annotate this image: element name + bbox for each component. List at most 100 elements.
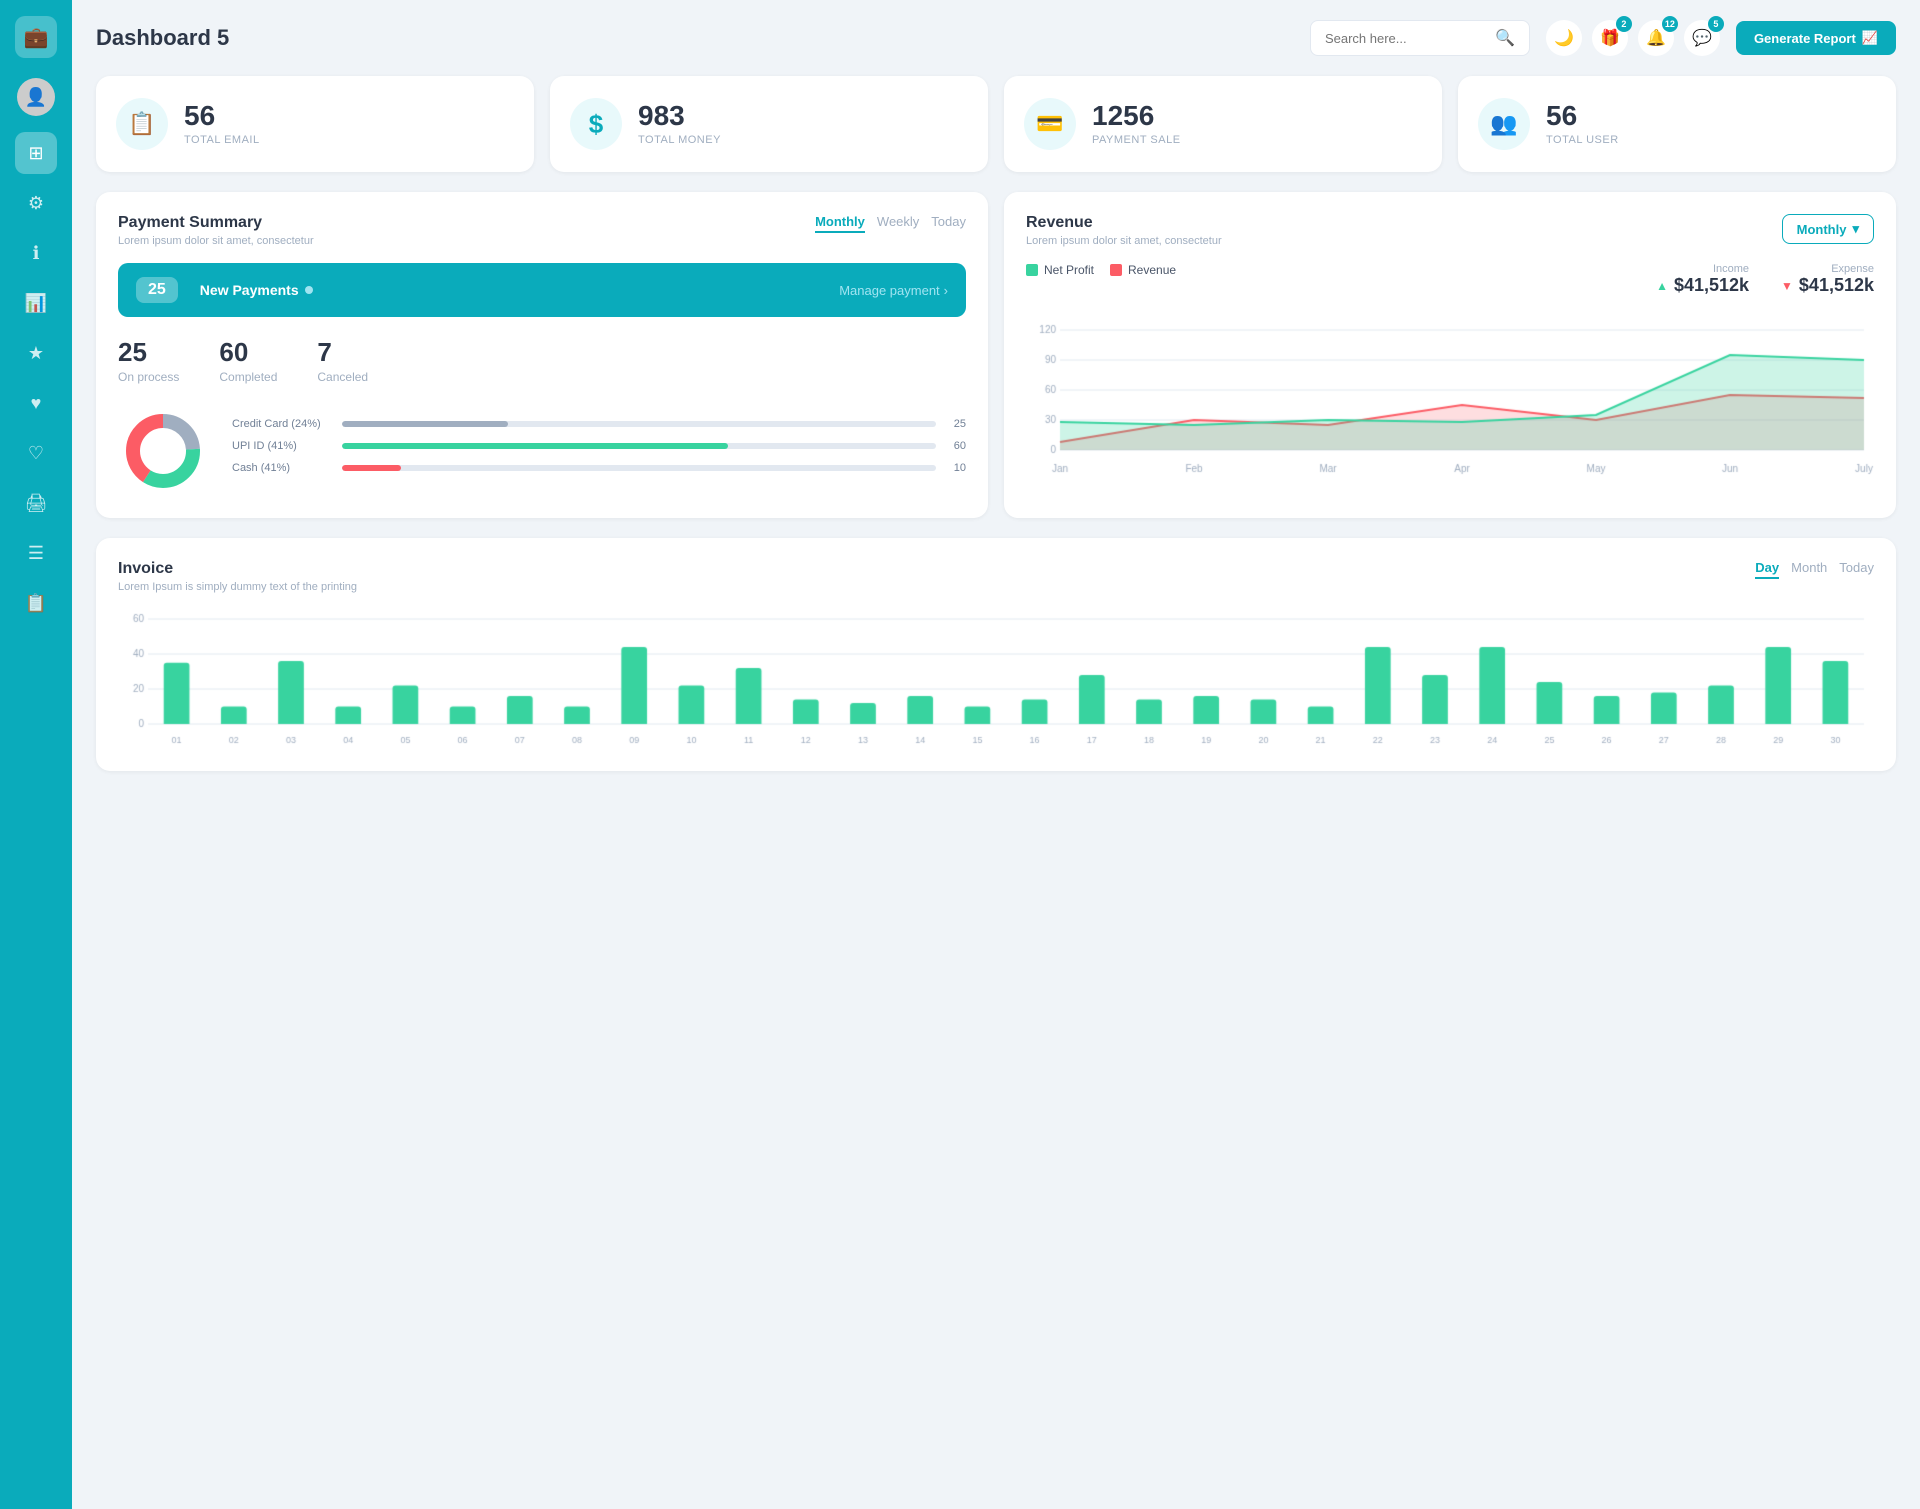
search-input[interactable] (1325, 31, 1487, 46)
chevron-down-icon: ▾ (1852, 221, 1859, 237)
generate-report-button[interactable]: Generate Report 📈 (1736, 21, 1896, 55)
net-profit-label: Net Profit (1044, 263, 1094, 277)
sidebar-item-list[interactable]: ☰ (15, 532, 57, 574)
bell-icon-button[interactable]: 🔔 12 (1638, 20, 1674, 56)
stat-card-email: 📋 56 TOTAL EMAIL (96, 76, 534, 172)
stat-card-payment: 💳 1256 PAYMENT SALE (1004, 76, 1442, 172)
search-icon: 🔍 (1495, 28, 1515, 48)
header: Dashboard 5 🔍 🌙 🎁 2 🔔 12 💬 5 Generate Re… (96, 20, 1896, 56)
payment-stats-row: 25 On process 60 Completed 7 Canceled (118, 337, 966, 384)
tab-today[interactable]: Today (931, 214, 966, 233)
sidebar-item-heart1[interactable]: ♥ (15, 382, 57, 424)
on-process-label: On process (118, 370, 179, 384)
tab-weekly[interactable]: Weekly (877, 214, 919, 233)
sidebar-item-clipboard[interactable]: 📋 (15, 582, 57, 624)
gift-icon-button[interactable]: 🎁 2 (1592, 20, 1628, 56)
sidebar-item-print[interactable]: 🖨 (15, 482, 57, 524)
revenue-dropdown-label: Monthly (1797, 222, 1847, 237)
expense-stat: Expense ▼ $41,512k (1781, 263, 1874, 296)
payment-summary-card: Payment Summary Lorem ipsum dolor sit am… (96, 192, 988, 518)
sidebar-item-dashboard[interactable]: ⊞ (15, 132, 57, 174)
new-payments-bar: 25 New Payments Manage payment › (118, 263, 966, 317)
bar-label-cash: Cash (41%) (232, 462, 332, 474)
bell-badge: 12 (1662, 16, 1678, 32)
bar-num-credit: 25 (946, 418, 966, 430)
legend-revenue: Revenue (1110, 263, 1176, 277)
completed-stat: 60 Completed (219, 337, 277, 384)
email-label: TOTAL EMAIL (184, 134, 260, 146)
sidebar-item-star[interactable]: ★ (15, 332, 57, 374)
message-icon-button[interactable]: 💬 5 (1684, 20, 1720, 56)
revenue-subtitle: Lorem ipsum dolor sit amet, consectetur (1026, 235, 1222, 247)
completed-label: Completed (219, 370, 277, 384)
gift-badge: 2 (1616, 16, 1632, 32)
sidebar-item-settings[interactable]: ⚙ (15, 182, 57, 224)
bar-row-credit: Credit Card (24%) 25 (232, 418, 966, 430)
bar-track-credit (342, 421, 936, 427)
payment-summary-subtitle: Lorem ipsum dolor sit amet, consectetur (118, 235, 314, 247)
page-title: Dashboard 5 (96, 25, 1294, 51)
invoice-tabs: Day Month Today (1755, 560, 1874, 579)
theme-toggle-button[interactable]: 🌙 (1546, 20, 1582, 56)
invoice-subtitle: Lorem Ipsum is simply dummy text of the … (118, 581, 357, 593)
income-value: ▲ $41,512k (1656, 275, 1749, 296)
header-icons: 🌙 🎁 2 🔔 12 💬 5 (1546, 20, 1720, 56)
user-number: 56 (1546, 102, 1619, 130)
email-icon: 📋 (116, 98, 168, 150)
sidebar: 💼 👤 ⊞ ⚙ ℹ 📊 ★ ♥ ♡ 🖨 ☰ 📋 (0, 0, 72, 1509)
bar-num-cash: 10 (946, 462, 966, 474)
tab-monthly[interactable]: Monthly (815, 214, 865, 233)
tab-invoice-day[interactable]: Day (1755, 560, 1779, 579)
income-amount: $41,512k (1674, 275, 1749, 296)
user-avatar[interactable]: 👤 (17, 78, 55, 116)
email-number: 56 (184, 102, 260, 130)
payment-summary-header: Payment Summary Lorem ipsum dolor sit am… (118, 214, 966, 247)
payment-icon: 💳 (1024, 98, 1076, 150)
manage-payment-link[interactable]: Manage payment › (839, 283, 948, 298)
invoice-card: Invoice Lorem Ipsum is simply dummy text… (96, 538, 1896, 771)
revenue-card: Revenue Lorem ipsum dolor sit amet, cons… (1004, 192, 1896, 518)
stats-grid: 📋 56 TOTAL EMAIL $ 983 TOTAL MONEY 💳 125… (96, 76, 1896, 172)
revenue-header: Revenue Lorem ipsum dolor sit amet, cons… (1026, 214, 1874, 247)
sidebar-item-heart2[interactable]: ♡ (15, 432, 57, 474)
legend-net-profit: Net Profit (1026, 263, 1094, 277)
sidebar-item-chart[interactable]: 📊 (15, 282, 57, 324)
on-process-number: 25 (118, 337, 179, 368)
tab-invoice-today[interactable]: Today (1839, 560, 1874, 579)
canceled-label: Canceled (317, 370, 368, 384)
bar-track-upi (342, 443, 936, 449)
bar-fill-credit (342, 421, 508, 427)
revenue-dropdown-button[interactable]: Monthly ▾ (1782, 214, 1874, 244)
generate-report-label: Generate Report (1754, 31, 1856, 46)
bar-row-cash: Cash (41%) 10 (232, 462, 966, 474)
sidebar-item-info[interactable]: ℹ (15, 232, 57, 274)
canceled-number: 7 (317, 337, 368, 368)
money-number: 983 (638, 102, 721, 130)
stat-card-user: 👥 56 TOTAL USER (1458, 76, 1896, 172)
income-arrow-icon: ▲ (1656, 279, 1668, 293)
message-badge: 5 (1708, 16, 1724, 32)
payment-label: PAYMENT SALE (1092, 134, 1181, 146)
money-label: TOTAL MONEY (638, 134, 721, 146)
revenue-dot (1110, 264, 1122, 276)
invoice-title: Invoice (118, 560, 357, 578)
stat-email-info: 56 TOTAL EMAIL (184, 102, 260, 146)
invoice-header: Invoice Lorem Ipsum is simply dummy text… (118, 560, 1874, 593)
revenue-title-block: Revenue Lorem ipsum dolor sit amet, cons… (1026, 214, 1222, 247)
completed-number: 60 (219, 337, 277, 368)
tab-invoice-month[interactable]: Month (1791, 560, 1827, 579)
chart-bar-icon: 📈 (1862, 30, 1878, 46)
bar-fill-cash (342, 465, 401, 471)
money-icon: $ (570, 98, 622, 150)
stat-money-info: 983 TOTAL MONEY (638, 102, 721, 146)
new-payments-text: New Payments (200, 282, 299, 298)
stat-user-info: 56 TOTAL USER (1546, 102, 1619, 146)
net-profit-dot (1026, 264, 1038, 276)
manage-payment-text: Manage payment (839, 283, 939, 298)
expense-arrow-icon: ▼ (1781, 279, 1793, 293)
expense-amount: $41,512k (1799, 275, 1874, 296)
canceled-stat: 7 Canceled (317, 337, 368, 384)
bar-fill-upi (342, 443, 728, 449)
payment-number: 1256 (1092, 102, 1181, 130)
search-bar[interactable]: 🔍 (1310, 20, 1530, 56)
